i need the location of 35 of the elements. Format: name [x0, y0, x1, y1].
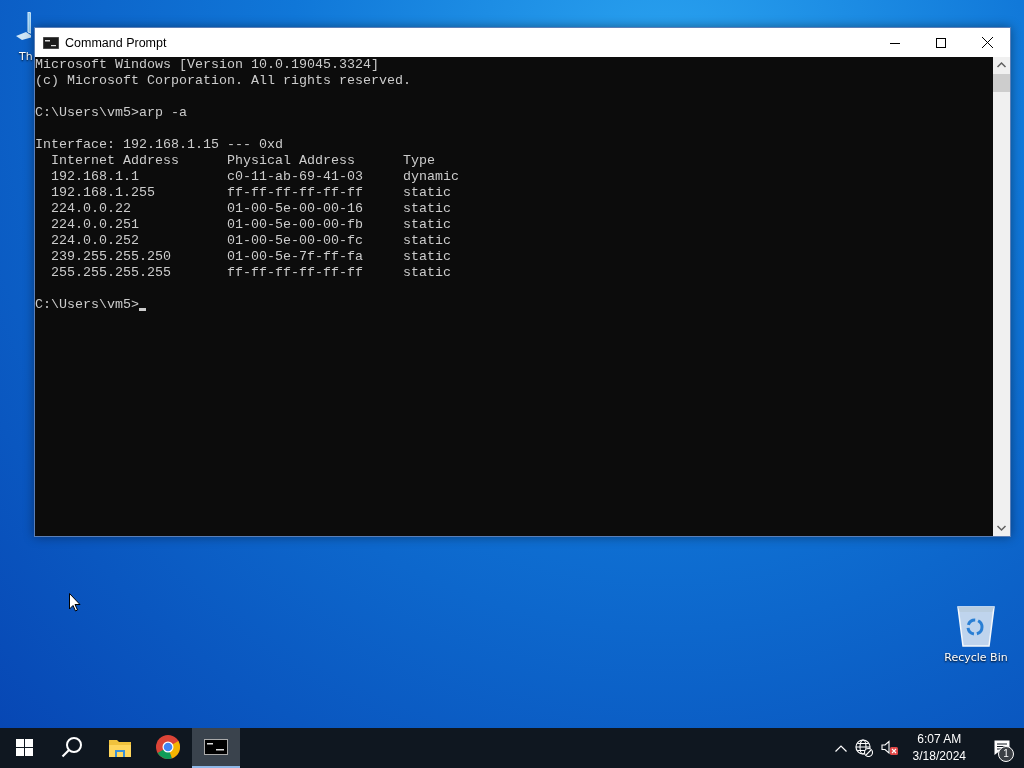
speaker-icon[interactable] — [880, 740, 899, 756]
search-icon — [61, 736, 83, 758]
recycle-bin-icon[interactable] — [956, 603, 996, 647]
console-line: Internet Address Physical Address Type — [50, 153, 435, 169]
desktop-icon-label[interactable]: Recycle Bin — [944, 651, 1008, 664]
terminal-icon — [204, 739, 228, 755]
console-line: C:\Users\vm5> — [35, 297, 139, 313]
taskbar-button[interactable] — [192, 728, 240, 768]
start-icon — [15, 738, 33, 756]
console-line: (c) Microsoft Corporation. All rights reserved. — [35, 73, 411, 89]
console-line: Interface: 192.168.1.15 --- 0xd — [35, 137, 283, 153]
folder-icon — [109, 737, 131, 757]
console-line: 224.0.0.251 01-00-5e-00-00-fb static — [50, 217, 451, 233]
console-line: C:\Users\vm5>arp -a — [35, 105, 187, 121]
console-line: 192.168.1.255 ff-ff-ff-ff-ff-ff static — [50, 185, 451, 201]
console-line: 192.168.1.1 c0-11-ab-69-41-03 dynamic — [50, 169, 459, 185]
mouse-pointer-icon — [69, 593, 81, 612]
vertical-scrollbar[interactable] — [993, 57, 1010, 536]
console-line: 224.0.0.22 01-00-5e-00-00-16 static — [50, 201, 451, 217]
maximize-icon — [936, 37, 946, 48]
notifications-button[interactable]: 1 — [980, 728, 1024, 768]
desktop-icon-label[interactable]: Th — [19, 50, 33, 63]
close-icon — [981, 37, 993, 48]
terminal-icon — [43, 36, 59, 49]
browser-icon — [156, 735, 180, 759]
chevron-up-icon[interactable] — [834, 744, 847, 752]
window-title: Command Prompt — [65, 35, 167, 50]
globe-icon[interactable] — [854, 739, 873, 757]
notification-count: 1 — [998, 746, 1014, 762]
console-line: 239.255.255.250 01-00-5e-7f-ff-fa static — [50, 249, 451, 265]
console-line: 224.0.0.252 01-00-5e-00-00-fc static — [50, 233, 451, 249]
console-line: 255.255.255.255 ff-ff-ff-ff-ff-ff static — [50, 265, 451, 281]
scrollbar-thumb[interactable] — [993, 74, 1010, 92]
clock[interactable]: 6:07 AM 3/18/2024 — [906, 731, 972, 765]
console-line: Microsoft Windows [Version 10.0.19045.3324] — [35, 57, 379, 73]
